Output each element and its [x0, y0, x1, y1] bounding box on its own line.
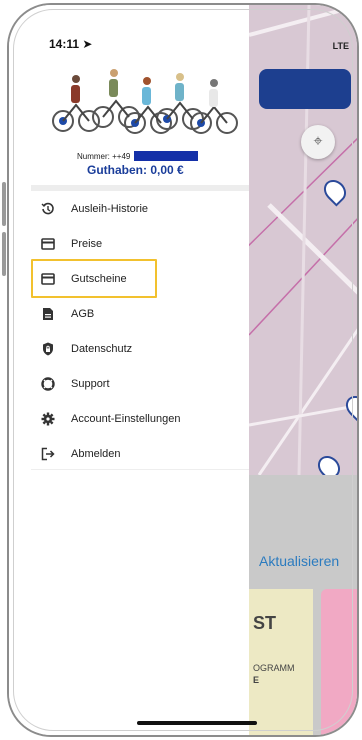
status-time: 14:11 ➤ [49, 37, 93, 51]
menu-item-datenschutz[interactable]: Datenschutz [31, 331, 249, 366]
menu-item-label: Abmelden [71, 447, 121, 460]
menu-item-account-einstellungen[interactable]: Account-Einstellungen [31, 401, 249, 436]
navigation-drawer: 14:11 ➤ Nummer: ++49 Guthaben: 0,00 € Au… [9, 5, 249, 735]
menu-item-label: Gutscheine [71, 272, 127, 285]
promo-card[interactable]: ST OGRAMM E [249, 589, 313, 735]
menu-item-gutscheine[interactable]: Gutscheine [31, 261, 249, 296]
menu-item-label: AGB [71, 307, 95, 320]
location-arrow-icon: ➤ [82, 37, 93, 51]
map-search-bar[interactable] [259, 69, 351, 109]
home-indicator[interactable] [137, 721, 257, 725]
promo-text: E [253, 675, 260, 685]
menu-item-label: Datenschutz [71, 342, 133, 355]
device-frame: LTE ⌖ Aktualisieren ST OGRAMM E 14:11 ➤ [7, 3, 359, 737]
card-icon [41, 272, 55, 286]
menu-item-label: Support [71, 377, 110, 390]
menu-item-abmelden[interactable]: Abmelden [31, 436, 249, 471]
menu-item-agb[interactable]: AGB [31, 296, 249, 331]
document-icon [41, 307, 55, 321]
logout-icon [41, 447, 55, 461]
card-icon [41, 237, 55, 251]
menu-item-label: Preise [71, 237, 103, 250]
menu-item-label: Account-Einstellungen [71, 412, 181, 425]
menu-item-ausleih-historie[interactable]: Ausleih-Historie [31, 191, 249, 226]
history-icon [41, 202, 55, 216]
map-background[interactable]: LTE ⌖ Aktualisieren ST OGRAMM E [249, 5, 357, 735]
shield-lock-icon [41, 342, 55, 356]
promo-text: OGRAMM [253, 663, 295, 673]
cyclists-illustration [52, 69, 238, 134]
gear-icon [41, 412, 55, 426]
menu-item-label: Ausleih-Historie [71, 202, 149, 215]
locate-icon[interactable]: ⌖ [301, 125, 335, 159]
bottom-panel: Aktualisieren ST OGRAMM E [249, 475, 357, 735]
volume-down-button [2, 232, 6, 276]
menu-item-preise[interactable]: Preise [31, 226, 249, 261]
phone-screen: LTE ⌖ Aktualisieren ST OGRAMM E 14:11 ➤ [0, 0, 362, 740]
menu-item-support[interactable]: Support [31, 366, 249, 401]
drawer-menu: Ausleih-Historie Preise Gutscheine AGB D… [31, 191, 249, 471]
promo-title: ST [253, 613, 277, 633]
volume-up-button [2, 182, 6, 226]
divider [31, 469, 249, 470]
balance-label: Guthaben: 0,00 € [87, 163, 184, 177]
signal-battery-indicator: LTE [332, 41, 349, 51]
phone-number: Nummer: ++49 [77, 151, 199, 161]
refresh-link[interactable]: Aktualisieren [259, 553, 339, 569]
promo-card[interactable] [321, 589, 357, 735]
lifebuoy-icon [41, 376, 55, 391]
redacted-number [134, 151, 199, 161]
